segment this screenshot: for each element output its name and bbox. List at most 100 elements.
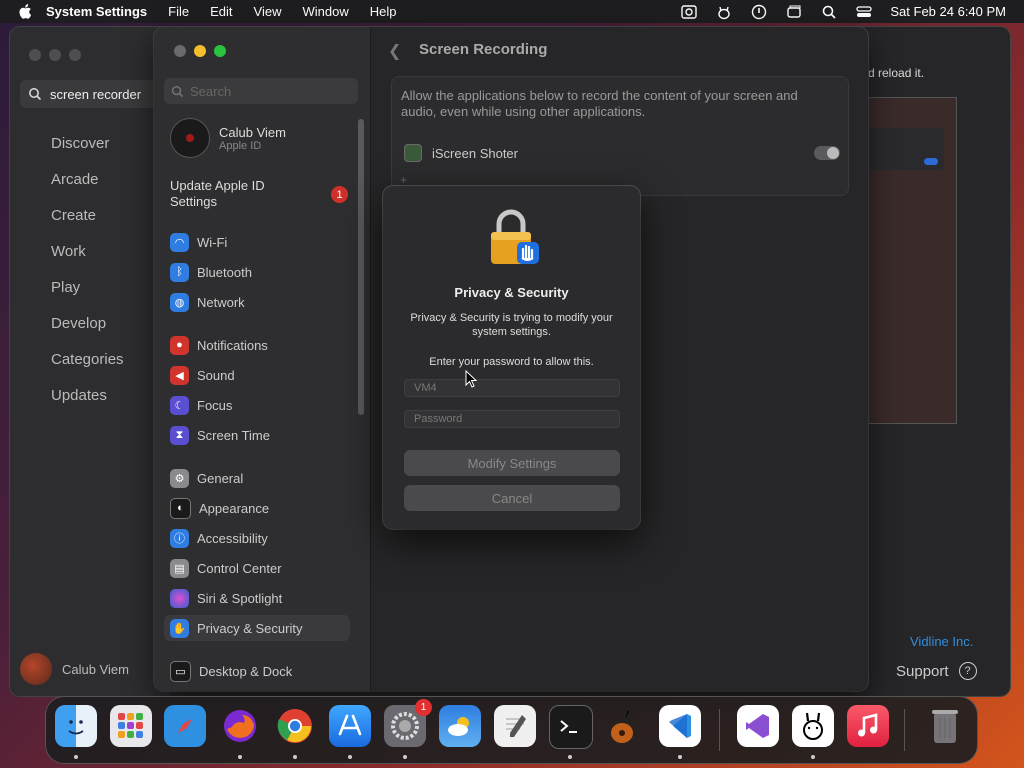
wifi-icon: ◠ xyxy=(170,232,189,252)
preview-toggle xyxy=(924,158,938,165)
apple-menu-icon[interactable] xyxy=(18,4,32,19)
avatar xyxy=(170,118,210,158)
shortcut-icon[interactable] xyxy=(750,4,768,20)
reload-message: d reload it. xyxy=(868,66,925,80)
window-controls xyxy=(29,49,81,61)
sidebar-item-general[interactable]: ⚙ General xyxy=(164,465,350,491)
password-field[interactable] xyxy=(404,410,620,428)
siri-icon xyxy=(170,588,189,608)
textedit-icon[interactable] xyxy=(494,705,536,747)
screen-recording-panel: Allow the applications below to record t… xyxy=(391,76,849,196)
menu-view[interactable]: View xyxy=(254,4,282,19)
accessibility-icon: ⓘ xyxy=(170,528,189,548)
sidebar-item-wifi[interactable]: ◠ Wi-Fi xyxy=(164,229,350,255)
menu-window[interactable]: Window xyxy=(302,4,348,19)
sidebar-item-focus[interactable]: ☾ Focus xyxy=(164,392,350,418)
menu-file[interactable]: File xyxy=(168,4,189,19)
sidebar-item-accessibility[interactable]: ⓘ Accessibility xyxy=(164,525,350,551)
sidebar-scrollbar[interactable] xyxy=(358,119,364,415)
sidebar-item-network[interactable]: ◍ Network xyxy=(164,289,350,315)
app-screenshot-preview xyxy=(868,97,957,424)
window-icon[interactable] xyxy=(785,4,803,20)
spotlight-icon[interactable] xyxy=(820,4,838,20)
sidebar-item-label: Desktop & Dock xyxy=(199,663,293,679)
visual-studio-icon[interactable] xyxy=(737,705,779,747)
music-icon[interactable] xyxy=(847,705,889,747)
ollama-menu-icon[interactable] xyxy=(715,4,733,20)
garageband-icon[interactable] xyxy=(604,705,646,747)
sidebar-item-label: Screen Time xyxy=(197,427,270,443)
app-store-account[interactable]: Calub Viem xyxy=(20,653,129,685)
app-name: iScreen Shoter xyxy=(432,145,518,161)
settings-search[interactable] xyxy=(164,78,358,104)
chrome-icon[interactable] xyxy=(274,705,316,747)
firefox-icon[interactable] xyxy=(219,705,261,747)
sidebar-item-bluetooth[interactable]: ᛒ Bluetooth xyxy=(164,259,350,285)
nav-categories[interactable]: Categories xyxy=(51,351,124,387)
nav-discover[interactable]: Discover xyxy=(51,135,124,171)
minimize-button[interactable] xyxy=(49,49,61,61)
menu-clock[interactable]: Sat Feb 24 6:40 PM xyxy=(890,4,1006,19)
sidebar-item-appearance[interactable]: ◐ Appearance xyxy=(164,495,350,521)
sidebar-item-label: Siri & Spotlight xyxy=(197,590,283,606)
app-store-icon[interactable] xyxy=(329,705,371,747)
terminal-icon[interactable] xyxy=(549,705,593,749)
app-permission-toggle[interactable] xyxy=(814,146,840,160)
sidebar-item-sound[interactable]: ◀ Sound xyxy=(164,362,350,388)
sidebar-item-label: Control Center xyxy=(197,560,282,576)
settings-search-input[interactable] xyxy=(188,82,352,100)
sidebar-item-label: Privacy & Security xyxy=(197,620,303,636)
zoom-button[interactable] xyxy=(69,49,81,61)
modify-settings-button[interactable]: Modify Settings xyxy=(404,450,620,476)
username-field[interactable] xyxy=(404,379,620,397)
question-icon: ? xyxy=(958,662,977,680)
support-link[interactable]: Support ? xyxy=(896,662,977,680)
nav-updates[interactable]: Updates xyxy=(51,387,124,423)
system-settings-icon[interactable]: 1 xyxy=(384,699,432,747)
back-button[interactable]: ❮ xyxy=(388,41,401,61)
bell-icon: ● xyxy=(170,335,189,355)
nav-develop[interactable]: Develop xyxy=(51,315,124,351)
close-button[interactable] xyxy=(29,49,41,61)
launchpad-icon[interactable] xyxy=(110,705,152,747)
app-menu[interactable]: System Settings xyxy=(46,4,147,19)
network-icon: ◍ xyxy=(170,292,189,312)
sidebar-item-privacy-security[interactable]: ✋ Privacy & Security xyxy=(164,615,350,641)
vscode-icon[interactable] xyxy=(659,705,701,747)
add-app-button[interactable]: + xyxy=(400,173,407,187)
sidebar-item-label: Bluetooth xyxy=(197,264,252,280)
sidebar-item-label: Wi-Fi xyxy=(197,234,228,250)
update-badge: 1 xyxy=(331,186,348,203)
search-icon xyxy=(29,88,42,101)
hourglass-icon: ⧗ xyxy=(170,425,189,445)
control-center-icon[interactable] xyxy=(855,4,873,20)
menu-help[interactable]: Help xyxy=(370,4,397,19)
safari-icon[interactable] xyxy=(164,705,206,747)
cancel-button[interactable]: Cancel xyxy=(404,485,620,511)
sidebar-item-screen-time[interactable]: ⧗ Screen Time xyxy=(164,422,350,448)
finder-icon[interactable] xyxy=(55,705,97,747)
weather-icon[interactable] xyxy=(439,705,481,747)
ollama-icon[interactable] xyxy=(792,705,834,747)
screenshot-icon[interactable] xyxy=(680,4,698,20)
nav-arcade[interactable]: Arcade xyxy=(51,171,124,207)
account-name: Calub Viem xyxy=(62,661,129,677)
apple-id-profile[interactable]: Calub Viem Apple ID xyxy=(170,118,286,158)
zoom-button[interactable] xyxy=(214,45,226,57)
sidebar-item-notifications[interactable]: ● Notifications xyxy=(164,332,350,358)
app-icon xyxy=(404,144,422,162)
vendor-link[interactable]: Vidline Inc. xyxy=(910,634,973,649)
update-apple-id-item[interactable]: Update Apple ID Settings 1 xyxy=(170,178,356,210)
close-button[interactable] xyxy=(174,45,186,57)
trash-icon[interactable] xyxy=(924,705,966,747)
nav-create[interactable]: Create xyxy=(51,207,124,243)
speaker-icon: ◀ xyxy=(170,365,189,385)
menu-edit[interactable]: Edit xyxy=(210,4,232,19)
nav-work[interactable]: Work xyxy=(51,243,124,279)
minimize-button[interactable] xyxy=(194,45,206,57)
sidebar-item-desktop-dock[interactable]: ▭ Desktop & Dock xyxy=(164,658,350,684)
sidebar-item-siri-spotlight[interactable]: Siri & Spotlight xyxy=(164,585,350,611)
screen-recording-description: Allow the applications below to record t… xyxy=(401,88,798,119)
sidebar-item-control-center[interactable]: ▤ Control Center xyxy=(164,555,350,581)
nav-play[interactable]: Play xyxy=(51,279,124,315)
